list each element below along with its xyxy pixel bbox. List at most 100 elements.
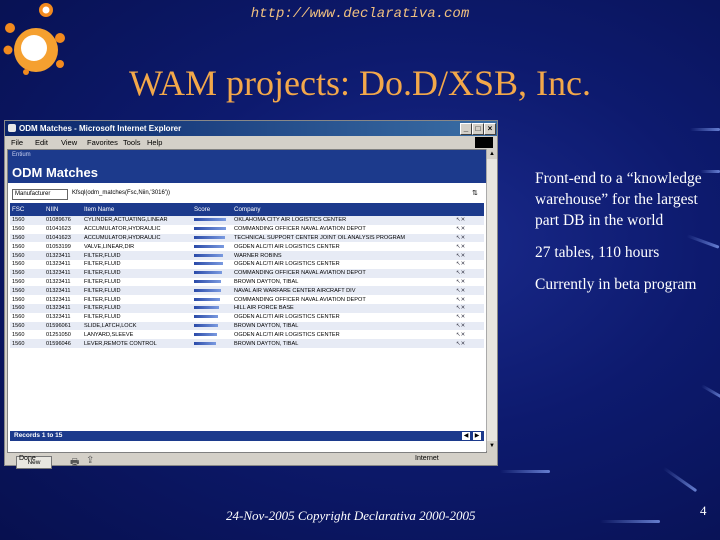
cell-fsc: 1560 (12, 314, 25, 321)
browser-title: ODM Matches - Microsoft Internet Explore… (19, 124, 182, 133)
cell-fsc: 1560 (12, 296, 25, 303)
cell-fsc: 1560 (10, 268, 44, 278)
cell-company: OKLAHOMA CITY AIR LOGISTICS CENTER (232, 216, 454, 225)
filter-bar: Manufacturer Kfsql(odm_matches(Fsc,Niin,… (8, 188, 486, 200)
filter-select[interactable]: Manufacturer (12, 189, 68, 200)
cell-item-name: ACCUMULATOR,HYDRAULIC (82, 233, 192, 243)
cell-company: COMMANDING OFFICER NAVAL AVIATION DEPOT (234, 226, 366, 233)
row-actions-icon[interactable]: ↖✕ (454, 233, 484, 243)
col-niin[interactable]: NIIN (44, 203, 82, 216)
breadcrumb[interactable]: Entium (12, 152, 31, 158)
score-bar (194, 218, 226, 222)
table-row[interactable]: 1560 01323411 FILTER,FLUID NAVAL AIR WARFAR… (10, 286, 484, 296)
cell-fsc: 1560 (12, 226, 25, 233)
table-row[interactable]: 1560 01323411 FILTER,FLUID OGDEN ALC/TI AIR… (10, 313, 484, 322)
cell-niin: 01323411 (46, 314, 71, 321)
row-actions-icon[interactable]: ↖✕ (454, 242, 484, 251)
score-bar (194, 332, 217, 336)
footer-copyright: 24-Nov-2005 Copyright Declarativa 2000-2… (226, 508, 476, 523)
table-row[interactable]: 1560 01041623 ACCUMULATOR,HYDRAULIC TECHNIC… (10, 233, 484, 243)
table-row[interactable]: 1560 01089676 CYLINDER,ACTUATING,LINEAR OKL… (10, 216, 484, 225)
table-row[interactable]: 1560 01053199 VALVE,LINEAR,DIR OGDEN ALC/TI… (10, 242, 484, 251)
scroll-up-icon[interactable]: ▲ (487, 149, 497, 159)
cell-score (192, 286, 232, 296)
col-company[interactable]: Company (232, 203, 454, 216)
prev-page-icon[interactable]: ◀ (462, 432, 470, 440)
row-actions-icon[interactable]: ↖✕ (454, 286, 484, 296)
table-row[interactable]: 1560 01323411 FILTER,FLUID OGDEN ALC/TI AIR… (10, 260, 484, 269)
menu-view[interactable]: View (61, 136, 77, 149)
cell-score (192, 295, 232, 304)
page-content: Entium ODM Matches Manufacturer Kfsql(od… (7, 149, 487, 469)
cell-item-name: FILTER,FLUID (82, 268, 192, 278)
table-row[interactable]: 1560 01323411 FILTER,FLUID COMMANDING OFFIC… (10, 295, 484, 304)
row-actions-icon[interactable]: ↖✕ (454, 330, 484, 339)
cell-score (192, 225, 232, 234)
cell-fsc: 1560 (12, 278, 25, 285)
vertical-scrollbar[interactable]: ▲ ▼ (486, 149, 497, 451)
score-bar (194, 244, 224, 248)
score-bar (194, 297, 220, 301)
cell-score (192, 260, 232, 269)
col-score[interactable]: Score (192, 203, 232, 216)
cell-score (192, 321, 232, 331)
url-text[interactable]: http://www.declarativa.com (0, 6, 720, 22)
cell-item-name: FILTER,FLUID (82, 286, 192, 296)
table-row[interactable]: 1560 01323411 FILTER,FLUID WARNER ROBINS ↖✕ (10, 251, 484, 260)
row-actions-icon[interactable]: ↖✕ (454, 278, 484, 287)
row-actions-icon[interactable]: ↖✕ (454, 339, 484, 348)
cell-niin: 01596046 (44, 339, 82, 348)
table-row[interactable]: 1560 01323411 FILTER,FLUID COMMANDING OFFIC… (10, 268, 484, 278)
row-actions-icon[interactable]: ↖✕ (454, 260, 484, 269)
row-actions-icon[interactable]: ↖✕ (454, 268, 484, 278)
minimize-icon[interactable]: _ (460, 123, 472, 135)
row-actions-icon[interactable]: ↖✕ (454, 313, 484, 322)
filter-query[interactable]: Kfsql(odm_matches(Fsc,Niin,'3016')) (72, 189, 170, 198)
next-page-icon[interactable]: ▶ (473, 432, 481, 440)
col-fsc[interactable]: FSC (10, 203, 44, 216)
menu-edit[interactable]: Edit (35, 136, 48, 149)
menu-file[interactable]: File (11, 136, 23, 149)
browser-menubar: File Edit View Favorites Tools Help (5, 136, 497, 149)
cell-fsc: 1560 (12, 331, 25, 338)
row-actions-icon[interactable]: ↖✕ (454, 251, 484, 260)
table-row[interactable]: 1560 01323411 FILTER,FLUID HILL AIR FORCE B… (10, 303, 484, 313)
row-actions-icon[interactable]: ↖✕ (454, 225, 484, 234)
app-header: Entium ODM Matches (8, 150, 486, 183)
menu-favorites[interactable]: Favorites (87, 136, 118, 149)
row-actions-icon[interactable]: ↖✕ (454, 321, 484, 331)
cell-niin: 01323411 (44, 268, 82, 278)
score-bar (194, 323, 218, 327)
menu-tools[interactable]: Tools (123, 136, 141, 149)
table-row[interactable]: 1560 01041623 ACCUMULATOR,HYDRAULIC COMMAND… (10, 225, 484, 234)
bullet-item: 27 tables, 110 hours (535, 244, 660, 261)
menu-help[interactable]: Help (147, 136, 162, 149)
scroll-down-icon[interactable]: ▼ (487, 441, 497, 451)
cell-score (192, 242, 232, 251)
table-row[interactable]: 1560 01323411 FILTER,FLUID BROWN DAYTON, TI… (10, 278, 484, 287)
col-item-name[interactable]: Item Name (82, 203, 192, 216)
col-actions (454, 203, 484, 216)
cell-item-name: LEVER,REMOTE CONTROL (82, 339, 192, 348)
status-zone: Internet (415, 455, 439, 462)
sort-icon[interactable]: ⇅ (472, 189, 478, 197)
cell-score (192, 330, 232, 339)
cell-fsc: 1560 (10, 303, 44, 313)
cell-company: COMMANDING OFFICER NAVAL AVIATION DEPOT (232, 268, 454, 278)
row-actions-icon[interactable]: ↖✕ (454, 216, 484, 225)
table-row[interactable]: 1560 01596046 LEVER,REMOTE CONTROL BROWN DA… (10, 339, 484, 348)
cell-fsc: 1560 (10, 339, 44, 348)
row-actions-icon[interactable]: ↖✕ (454, 303, 484, 313)
row-actions-icon[interactable]: ↖✕ (454, 295, 484, 304)
close-icon[interactable]: × (484, 123, 496, 135)
cell-score (192, 233, 232, 243)
score-bar (194, 227, 226, 231)
cell-fsc: 1560 (10, 321, 44, 331)
maximize-icon[interactable]: □ (472, 123, 484, 135)
table-row[interactable]: 1560 01251050 LANYARD,SLEEVE OGDEN ALC/TI A… (10, 330, 484, 339)
table-row[interactable]: 1560 01596061 SLIDE,LATCH,LOCK BROWN DAYTON… (10, 321, 484, 331)
decor-streak (500, 470, 550, 473)
score-bar (194, 341, 216, 345)
cell-item-name: FILTER,FLUID (84, 278, 121, 285)
page-number: 4 (700, 503, 707, 518)
